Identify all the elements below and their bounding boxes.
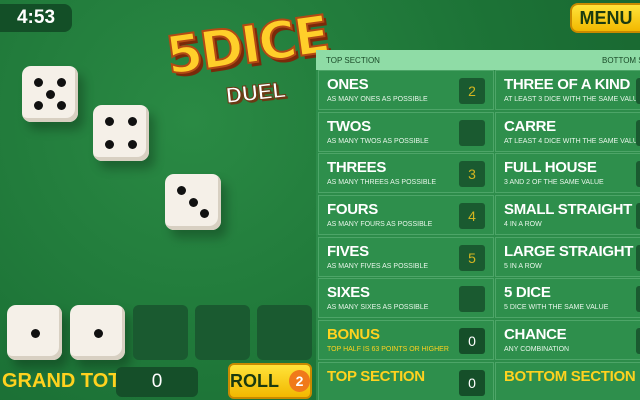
score-row-name: 5 DICE bbox=[504, 284, 551, 302]
score-row-description: TOP HALF IS 63 POINTS OR HIGHER bbox=[327, 346, 449, 354]
score-row[interactable]: SIXES AS MANY SIXES AS POSSIBLE bbox=[318, 278, 494, 319]
score-row-name: SMALL STRAIGHT bbox=[504, 201, 633, 219]
die-pip bbox=[128, 140, 137, 149]
score-row[interactable]: BOTTOM SECTION bbox=[495, 361, 640, 400]
die-pip bbox=[45, 89, 55, 99]
die-pip bbox=[57, 101, 66, 110]
score-row-name: SIXES bbox=[327, 284, 370, 302]
score-row[interactable]: ONES AS MANY ONES AS POSSIBLE 2 bbox=[318, 70, 494, 110]
die-pip bbox=[105, 140, 114, 149]
die-pip bbox=[30, 328, 40, 338]
die-pip bbox=[128, 117, 137, 126]
score-row-description: 3 AND 2 OF THE SAME VALUE bbox=[504, 179, 604, 187]
rolled-die[interactable] bbox=[93, 105, 149, 161]
score-row-description: AS MANY FOURS AS POSSIBLE bbox=[327, 221, 433, 229]
score-row-name: CHANCE bbox=[504, 326, 567, 344]
score-row-name: THREES bbox=[327, 159, 387, 177]
score-row-description: 4 IN A ROW bbox=[504, 221, 542, 229]
score-value-box bbox=[636, 119, 640, 146]
empty-dice-slot bbox=[195, 305, 250, 360]
score-row-description: AS MANY TWOS AS POSSIBLE bbox=[327, 137, 429, 145]
score-value-box bbox=[636, 161, 640, 188]
score-value-box bbox=[636, 244, 640, 271]
score-row-description: AS MANY THREES AS POSSIBLE bbox=[327, 179, 437, 187]
score-row[interactable]: LARGE STRAIGHT 5 IN A ROW bbox=[495, 236, 640, 277]
kept-die[interactable] bbox=[7, 305, 62, 360]
score-row[interactable]: CARRE AT LEAST 4 DICE WITH THE SAME VALUE bbox=[495, 111, 640, 152]
game-logo: 5DICE DUEL bbox=[162, 4, 333, 116]
score-row-description: 5 IN A ROW bbox=[504, 262, 542, 270]
score-row-description: AT LEAST 4 DICE WITH THE SAME VALUE bbox=[504, 137, 640, 145]
score-row-description: AS MANY SIXES AS POSSIBLE bbox=[327, 304, 429, 312]
score-value-box: 3 bbox=[459, 161, 485, 188]
score-row[interactable]: SMALL STRAIGHT 4 IN A ROW bbox=[495, 195, 640, 236]
die-pip bbox=[34, 78, 43, 87]
score-row[interactable]: FULL HOUSE 3 AND 2 OF THE SAME VALUE bbox=[495, 153, 640, 194]
score-row-description: AS MANY ONES AS POSSIBLE bbox=[327, 96, 428, 103]
bottom-section-column: THREE OF A KIND AT LEAST 3 DICE WITH THE … bbox=[495, 70, 640, 400]
grand-total-value: 0 bbox=[116, 367, 198, 397]
rolled-die[interactable] bbox=[22, 66, 78, 122]
empty-dice-slot bbox=[133, 305, 188, 360]
score-row[interactable]: CHANCE ANY COMBINATION bbox=[495, 320, 640, 361]
die-pip bbox=[105, 117, 114, 126]
score-value-box bbox=[636, 203, 640, 230]
score-row-description: ANY COMBINATION bbox=[504, 346, 570, 354]
score-row-name: BONUS bbox=[327, 326, 380, 344]
score-value-box bbox=[459, 286, 485, 313]
die-pip bbox=[57, 78, 66, 87]
score-row[interactable]: THREES AS MANY THREES AS POSSIBLE 3 bbox=[318, 153, 494, 194]
menu-button[interactable]: MENU bbox=[570, 3, 640, 33]
roll-button[interactable]: ROLL 2 bbox=[228, 363, 312, 399]
score-row-name: FOURS bbox=[327, 201, 379, 219]
score-value-box: 0 bbox=[459, 369, 485, 396]
score-value-box bbox=[636, 328, 640, 355]
score-row-description: 5 DICE WITH THE SAME VALUE bbox=[504, 304, 609, 312]
score-row-name: CARRE bbox=[504, 117, 556, 135]
score-value-box bbox=[636, 286, 640, 313]
score-row-name: FIVES bbox=[327, 242, 369, 260]
score-row-name: FULL HOUSE bbox=[504, 159, 597, 177]
score-row[interactable]: THREE OF A KIND AT LEAST 3 DICE WITH THE … bbox=[495, 70, 640, 110]
score-value-box: 4 bbox=[459, 203, 485, 230]
die-pip bbox=[34, 101, 43, 110]
rolls-remaining-badge: 2 bbox=[289, 370, 310, 392]
score-row[interactable]: FIVES AS MANY FIVES AS POSSIBLE 5 bbox=[318, 236, 494, 277]
die-pip bbox=[177, 186, 186, 195]
bottom-section-header: BOTTOM SECTION bbox=[602, 56, 640, 65]
scoreboard-header: TOP SECTION BOTTOM SECTION bbox=[316, 50, 640, 70]
score-row-name: BOTTOM SECTION bbox=[504, 367, 636, 385]
score-row-description: AS MANY FIVES AS POSSIBLE bbox=[327, 262, 429, 270]
score-row-name: LARGE STRAIGHT bbox=[504, 242, 634, 260]
game-timer: 4:53 bbox=[0, 4, 72, 32]
score-row[interactable]: TWOS AS MANY TWOS AS POSSIBLE bbox=[318, 111, 494, 152]
score-row[interactable]: TOP SECTION 0 bbox=[318, 361, 494, 400]
top-section-header: TOP SECTION bbox=[326, 56, 380, 65]
score-row-name: THREE OF A KIND bbox=[504, 76, 631, 93]
score-row-name: TWOS bbox=[327, 117, 371, 135]
kept-die[interactable] bbox=[70, 305, 125, 360]
empty-dice-slot bbox=[257, 305, 312, 360]
score-row[interactable]: BONUS TOP HALF IS 63 POINTS OR HIGHER 0 bbox=[318, 320, 494, 361]
die-pip bbox=[200, 209, 209, 218]
score-row-name: TOP SECTION bbox=[327, 367, 425, 385]
score-value-box: 2 bbox=[459, 78, 485, 104]
score-row-name: ONES bbox=[327, 76, 369, 93]
score-value-box bbox=[459, 119, 485, 146]
roll-label: ROLL bbox=[230, 370, 279, 391]
score-row-description: AT LEAST 3 DICE WITH THE SAME VALUE bbox=[504, 96, 640, 103]
top-section-column: ONES AS MANY ONES AS POSSIBLE 2 TWOS AS MANY… bbox=[318, 70, 494, 400]
logo-subtitle: DUEL bbox=[224, 76, 287, 109]
score-row[interactable]: FOURS AS MANY FOURS AS POSSIBLE 4 bbox=[318, 195, 494, 236]
score-value-box: 0 bbox=[459, 328, 485, 355]
die-pip bbox=[188, 197, 198, 207]
scoreboard: TOP SECTION BOTTOM SECTION ONES AS MANY O… bbox=[316, 50, 640, 400]
score-value-box bbox=[636, 78, 640, 104]
die-pip bbox=[93, 328, 103, 338]
score-row[interactable]: 5 DICE 5 DICE WITH THE SAME VALUE bbox=[495, 278, 640, 319]
score-value-box: 5 bbox=[459, 244, 485, 271]
rolled-die[interactable] bbox=[165, 174, 221, 230]
